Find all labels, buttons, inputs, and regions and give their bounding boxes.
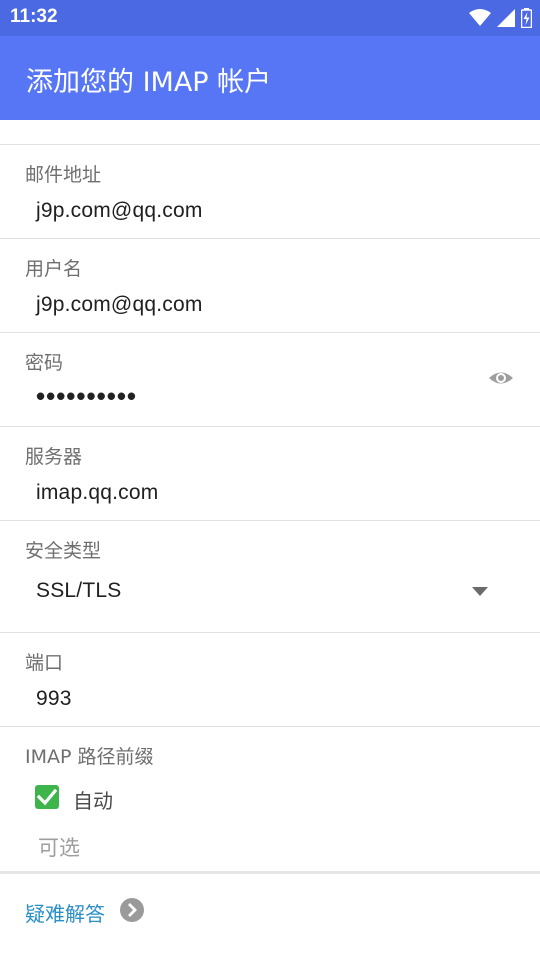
troubleshooting-link[interactable]: 疑难解答: [25, 898, 105, 927]
password-label: 密码: [25, 352, 64, 374]
app-bar: 添加您的 IMAP 帐户: [0, 36, 540, 120]
divider: [0, 144, 540, 145]
divider: [0, 871, 540, 874]
chevron-right-icon[interactable]: [120, 898, 144, 922]
dropdown-arrow-icon[interactable]: [472, 587, 488, 596]
divider: [0, 520, 540, 521]
password-field[interactable]: ••••••••••: [36, 381, 137, 412]
divider: [0, 426, 540, 427]
battery-charging-icon: [521, 8, 532, 28]
auto-checkbox-label[interactable]: 自动: [73, 785, 113, 814]
page-title: 添加您的 IMAP 帐户: [26, 67, 272, 98]
username-label: 用户名: [25, 258, 83, 280]
eye-icon[interactable]: [488, 367, 514, 389]
imap-prefix-label: IMAP 路径前缀: [25, 746, 154, 768]
status-time: 11:32: [10, 6, 58, 27]
server-field[interactable]: imap.qq.com: [36, 481, 158, 505]
username-field[interactable]: j9p.com@qq.com: [36, 293, 203, 317]
auto-checkbox[interactable]: [35, 785, 59, 809]
status-bar: 11:32: [0, 0, 540, 36]
checkmark-icon: [37, 788, 57, 806]
wifi-icon: [469, 9, 491, 26]
email-field[interactable]: j9p.com@qq.com: [36, 199, 203, 223]
port-label: 端口: [25, 652, 64, 674]
cell-signal-icon: [497, 9, 515, 27]
port-field[interactable]: 993: [36, 687, 72, 711]
imap-prefix-input[interactable]: 可选: [38, 832, 80, 862]
divider: [0, 726, 540, 727]
divider: [0, 332, 540, 333]
server-label: 服务器: [25, 446, 83, 468]
status-icons: [469, 8, 532, 28]
security-type-label: 安全类型: [25, 540, 102, 562]
email-label: 邮件地址: [25, 164, 102, 186]
divider: [0, 632, 540, 633]
divider: [0, 238, 540, 239]
security-type-select[interactable]: SSL/TLS: [36, 579, 121, 603]
